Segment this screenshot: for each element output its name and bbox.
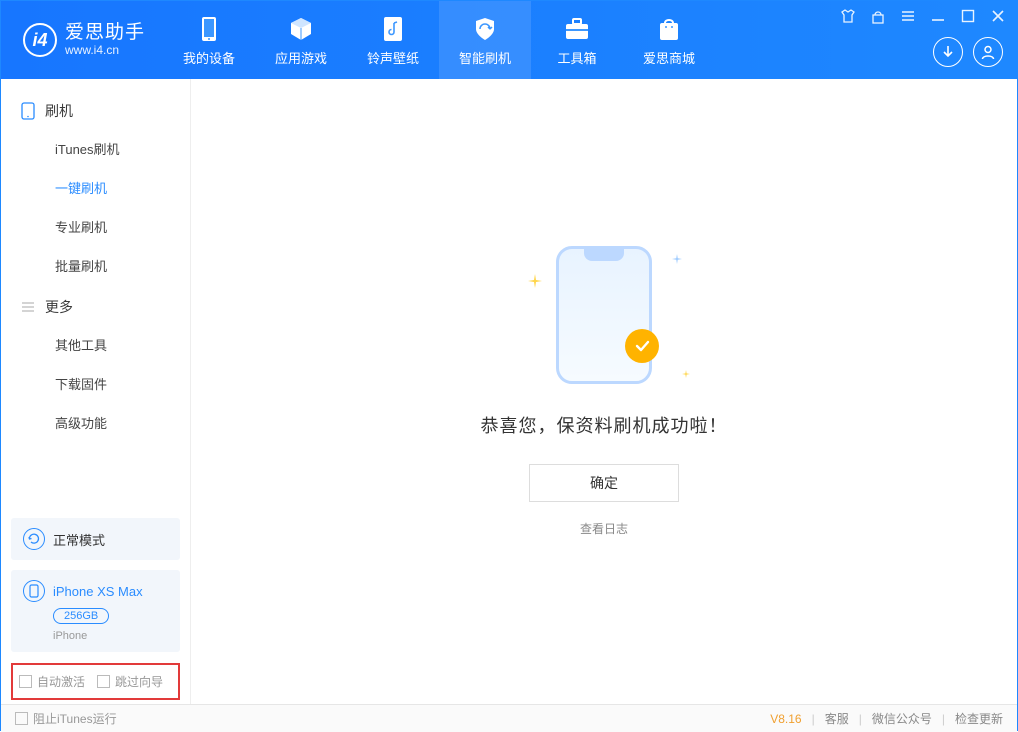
sidebar-item-pro-flash[interactable]: 专业刷机 — [1, 207, 190, 246]
phone-icon — [556, 246, 652, 384]
checkbox-label: 跳过向导 — [115, 673, 163, 690]
main-tabs: 我的设备 应用游戏 铃声壁纸 智能刷机 工具箱 爱思商城 — [163, 1, 715, 79]
list-icon — [21, 300, 37, 314]
sidebar-item-other-tools[interactable]: 其他工具 — [1, 325, 190, 364]
tab-label: 工具箱 — [558, 48, 597, 67]
toolbox-icon — [564, 14, 590, 44]
cube-icon — [288, 14, 314, 44]
refresh-icon — [23, 528, 45, 550]
section-title: 刷机 — [45, 101, 73, 121]
tab-label: 智能刷机 — [459, 48, 511, 67]
window-controls — [839, 7, 1007, 25]
sidebar: 刷机 iTunes刷机 一键刷机 专业刷机 批量刷机 更多 其他工具 下载固件 … — [1, 79, 191, 704]
tab-label: 铃声壁纸 — [367, 48, 419, 67]
tab-label: 应用游戏 — [275, 48, 327, 67]
main-content: 恭喜您，保资料刷机成功啦！ 确定 查看日志 — [191, 79, 1017, 704]
menu-icon[interactable] — [899, 7, 917, 25]
checkbox-label: 阻止iTunes运行 — [33, 710, 117, 727]
tab-my-device[interactable]: 我的设备 — [163, 1, 255, 79]
minimize-button[interactable] — [929, 7, 947, 25]
tab-smart-flash[interactable]: 智能刷机 — [439, 1, 531, 79]
device-mode-box[interactable]: 正常模式 — [11, 518, 180, 560]
sidebar-item-batch-flash[interactable]: 批量刷机 — [1, 246, 190, 285]
device-capacity: 256GB — [53, 608, 109, 624]
shirt-icon[interactable] — [839, 7, 857, 25]
app-logo: i4 爱思助手 www.i4.cn — [1, 1, 163, 79]
sidebar-item-advanced[interactable]: 高级功能 — [1, 403, 190, 442]
status-link-wechat[interactable]: 微信公众号 — [872, 710, 932, 727]
version-label: V8.16 — [770, 712, 801, 726]
phone-icon — [199, 14, 219, 44]
tab-store[interactable]: 爱思商城 — [623, 1, 715, 79]
title-bar: i4 爱思助手 www.i4.cn 我的设备 应用游戏 铃声壁纸 智能刷机 工具… — [1, 1, 1017, 79]
tab-label: 我的设备 — [183, 48, 235, 67]
section-title: 更多 — [45, 297, 73, 317]
app-name: 爱思助手 — [65, 23, 145, 44]
tab-apps-games[interactable]: 应用游戏 — [255, 1, 347, 79]
checkbox-skip-setup[interactable]: 跳过向导 — [97, 673, 163, 690]
flash-options-highlighted: 自动激活 跳过向导 — [11, 663, 180, 700]
success-illustration — [556, 246, 652, 384]
tab-label: 爱思商城 — [643, 48, 695, 67]
logo-icon: i4 — [23, 23, 57, 57]
app-url: www.i4.cn — [65, 44, 145, 57]
mode-label: 正常模式 — [53, 530, 105, 549]
bag-icon — [657, 14, 681, 44]
check-badge-icon — [625, 329, 659, 363]
status-bar: 阻止iTunes运行 V8.16 | 客服 | 微信公众号 | 检查更新 — [1, 704, 1017, 732]
tab-toolbox[interactable]: 工具箱 — [531, 1, 623, 79]
device-icon — [21, 102, 37, 120]
success-message: 恭喜您，保资料刷机成功啦！ — [481, 412, 728, 438]
device-line: iPhone — [53, 630, 168, 642]
sidebar-section-flash: 刷机 — [1, 89, 190, 129]
status-link-support[interactable]: 客服 — [825, 710, 849, 727]
sidebar-item-oneclick-flash[interactable]: 一键刷机 — [1, 168, 190, 207]
ok-button[interactable]: 确定 — [529, 464, 679, 502]
view-log-link[interactable]: 查看日志 — [580, 520, 628, 537]
phone-small-icon — [23, 580, 45, 602]
maximize-button[interactable] — [959, 7, 977, 25]
device-name: iPhone XS Max — [53, 584, 143, 599]
checkbox-auto-activate[interactable]: 自动激活 — [19, 673, 85, 690]
download-button[interactable] — [933, 37, 963, 67]
sidebar-item-download-firmware[interactable]: 下载固件 — [1, 364, 190, 403]
music-file-icon — [382, 14, 404, 44]
tab-ringtones-wallpapers[interactable]: 铃声壁纸 — [347, 1, 439, 79]
header-action-icons — [933, 37, 1003, 67]
sidebar-section-more: 更多 — [1, 285, 190, 325]
status-link-check-update[interactable]: 检查更新 — [955, 710, 1003, 727]
shield-sync-icon — [472, 14, 498, 44]
sidebar-item-itunes-flash[interactable]: iTunes刷机 — [1, 129, 190, 168]
checkbox-block-itunes[interactable]: 阻止iTunes运行 — [15, 710, 117, 727]
checkbox-label: 自动激活 — [37, 673, 85, 690]
device-info-box[interactable]: iPhone XS Max 256GB iPhone — [11, 570, 180, 652]
lock-icon[interactable] — [869, 7, 887, 25]
user-account-button[interactable] — [973, 37, 1003, 67]
close-button[interactable] — [989, 7, 1007, 25]
